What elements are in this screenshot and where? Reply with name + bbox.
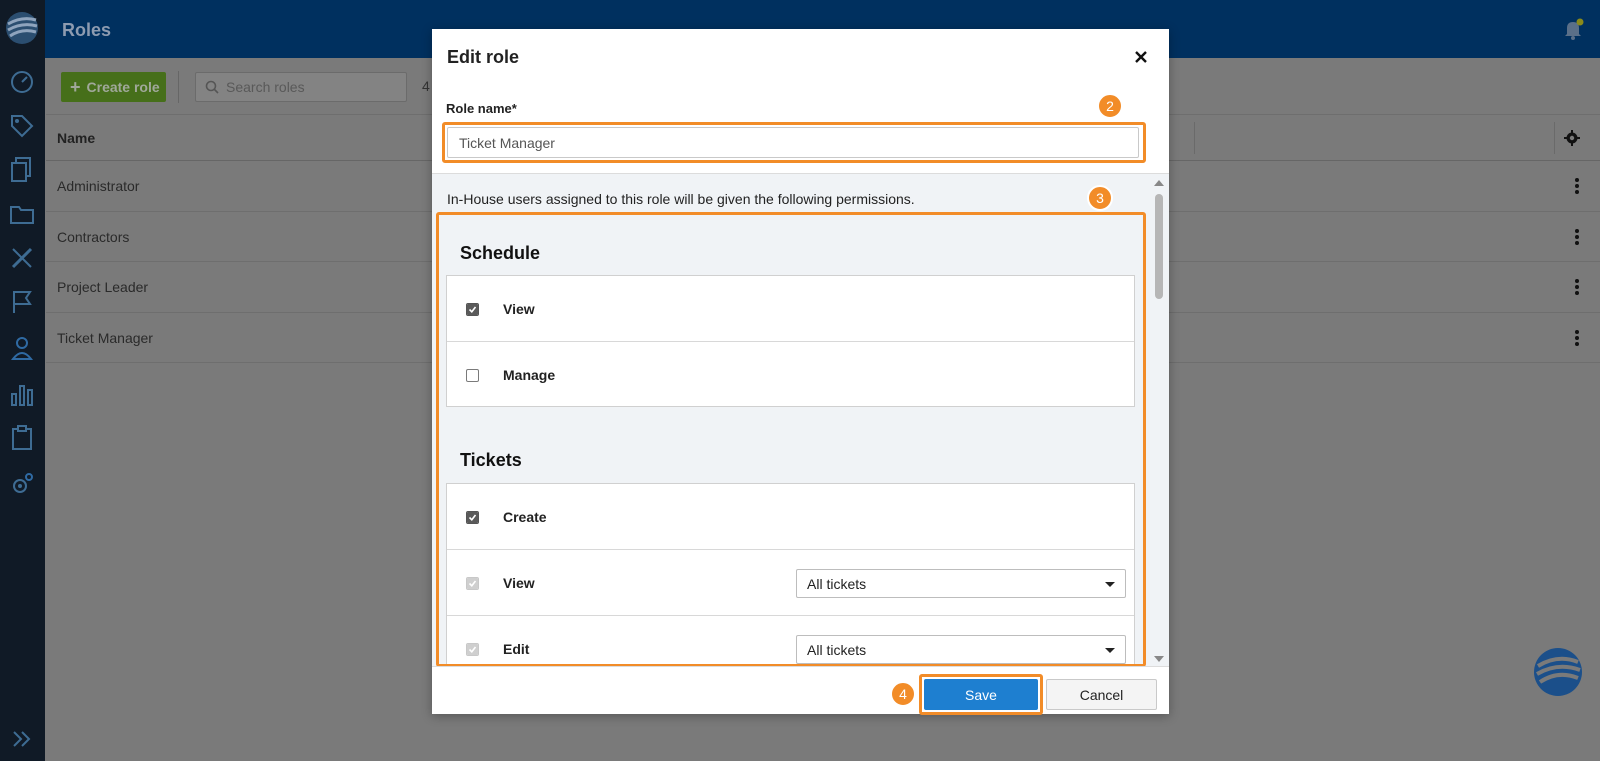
cancel-button[interactable]: Cancel [1046,679,1157,710]
column-header-name[interactable]: Name [57,130,95,146]
save-button[interactable]: Save [924,679,1038,710]
checkmark-icon [468,580,477,588]
tickets-permissions: Create View All tickets Edit All tickets [446,483,1135,666]
flag-icon[interactable] [8,288,36,316]
row-menu-icon[interactable] [1574,328,1580,348]
permissions-scrollbar[interactable] [1149,174,1169,666]
permissions-panel: Schedule View Manage Tickets Create View… [441,217,1142,666]
section-title-schedule: Schedule [460,243,541,263]
tags-icon[interactable] [8,112,36,140]
page-title: Roles [62,20,112,40]
chart-icon[interactable] [8,380,36,408]
folder-icon[interactable] [8,200,36,228]
permissions-scroll-region: In-House users assigned to this role wil… [432,173,1169,667]
role-name-cell: Ticket Manager [57,329,153,346]
plus-icon: + [70,77,81,97]
permission-row: Create [447,484,1134,550]
schedule-view-checkbox[interactable] [466,303,479,316]
step-badge: 3 [1087,185,1113,211]
tickets-view-checkbox [466,577,479,590]
tickets-edit-scope-select[interactable]: All tickets [796,635,1126,664]
role-name-label: Role name* [446,101,517,116]
permission-row: View [447,276,1134,342]
schedule-manage-checkbox[interactable] [466,369,479,382]
select-value: All tickets [807,575,867,592]
permission-label: View [503,301,535,317]
dialog-title: Edit role [447,47,520,67]
permission-row: Edit All tickets [447,616,1134,666]
scroll-thumb[interactable] [1155,194,1163,299]
table-settings-gear-icon[interactable] [1563,129,1581,147]
select-value: All tickets [807,641,867,658]
search-placeholder: Search roles [226,79,305,95]
permission-label: View [503,575,535,591]
step-badge: 4 [890,681,916,707]
clipboard-icon[interactable] [8,424,36,452]
permissions-intro: In-House users assigned to this role wil… [447,191,915,207]
permission-label: Manage [503,367,556,383]
role-name-cell: Project Leader [57,279,149,295]
toolbar-divider [178,71,179,103]
scroll-up-arrow-icon[interactable] [1154,180,1164,186]
permission-label: Edit [503,641,530,657]
section-title-tickets: Tickets [460,450,522,470]
help-widget-logo-icon[interactable] [1532,646,1584,698]
create-role-label: Create role [86,79,160,95]
tickets-create-checkbox[interactable] [466,511,479,524]
notification-bell-icon[interactable] [1562,18,1584,40]
dashboard-icon[interactable] [8,68,36,96]
permission-label: Create [503,509,547,525]
permission-row: Manage [447,342,1134,408]
settings-icon[interactable] [8,470,36,498]
row-menu-icon[interactable] [1574,227,1580,247]
column-divider [1554,122,1555,154]
checkmark-icon [468,514,477,522]
expand-sidebar-icon[interactable] [10,727,34,751]
role-name-input[interactable] [447,127,1139,158]
caret-down-icon [1105,582,1115,587]
edit-role-dialog: Edit role Role name* 2 In-House users as… [432,29,1169,715]
tickets-view-scope-select[interactable]: All tickets [796,569,1126,598]
permission-row: View All tickets [447,550,1134,616]
role-name-cell: Contractors [57,228,130,245]
sidebar [0,0,45,761]
tickets-edit-checkbox [466,643,479,656]
documents-icon[interactable] [8,155,36,183]
schedule-permissions: View Manage [446,275,1135,407]
checkmark-icon [468,646,477,654]
close-icon[interactable] [1133,49,1149,65]
create-role-button[interactable]: + Create role [61,72,166,102]
app-logo-icon[interactable] [4,10,40,46]
search-icon [205,80,219,94]
search-roles-input[interactable]: Search roles [195,72,407,102]
checkmark-icon [468,306,477,314]
roles-count: 4 [422,78,430,94]
row-menu-icon[interactable] [1574,176,1580,196]
caret-down-icon [1105,648,1115,653]
tools-icon[interactable] [8,244,36,272]
row-menu-icon[interactable] [1574,277,1580,297]
column-divider [1194,122,1195,154]
step-badge: 2 [1097,93,1123,119]
role-name-cell: Administrator [57,178,140,194]
user-icon[interactable] [8,334,36,362]
scroll-down-arrow-icon[interactable] [1154,656,1164,662]
